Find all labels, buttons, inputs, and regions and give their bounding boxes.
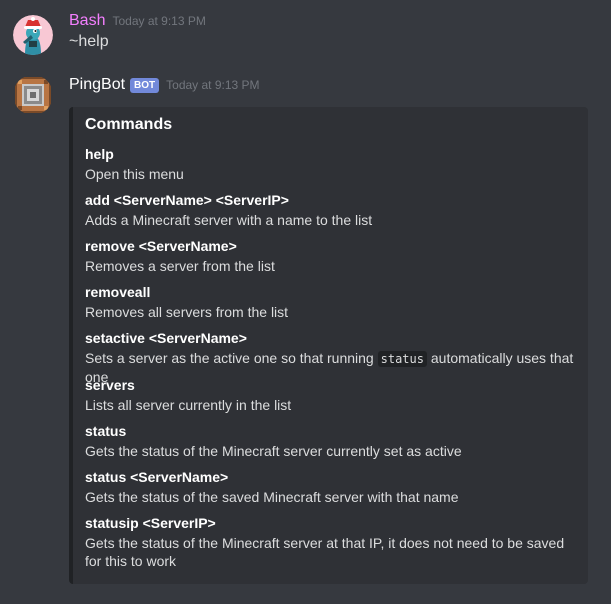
username[interactable]: Bash	[69, 11, 105, 31]
message-content: ~help	[69, 33, 109, 50]
message-header: PingBot BOT Today at 9:13 PM	[69, 75, 260, 95]
field-name: servers	[85, 377, 135, 393]
embed-field-status-servername: status <ServerName> Gets the status of t…	[85, 468, 574, 506]
embed-field-remove: remove <ServerName> Removes a server fro…	[85, 237, 574, 275]
command-block-avatar-icon	[13, 75, 53, 115]
embed-field-statusip: statusip <ServerIP> Gets the status of t…	[85, 514, 574, 570]
embed-field-servers: servers Lists all server currently in th…	[85, 376, 574, 414]
field-value-text: Sets a server as the active one so that …	[85, 350, 374, 366]
platypus-avatar-icon	[13, 15, 53, 55]
field-name: statusip <ServerIP>	[85, 515, 216, 531]
user-avatar[interactable]	[13, 15, 53, 55]
field-value: Gets the status of the saved Minecraft s…	[85, 489, 459, 505]
inline-code: status	[377, 351, 427, 367]
embed-field-help: help Open this menu	[85, 145, 574, 183]
embed-field-add: add <ServerName> <ServerIP> Adds a Minec…	[85, 191, 574, 229]
field-name: add <ServerName> <ServerIP>	[85, 192, 289, 208]
bot-badge: BOT	[130, 77, 160, 93]
field-value: Lists all server currently in the list	[85, 397, 292, 413]
timestamp: Today at 9:13 PM	[166, 78, 260, 92]
field-value: Adds a Minecraft server with a name to t…	[85, 212, 373, 228]
embed-field-status: status Gets the status of the Minecraft …	[85, 422, 574, 460]
field-value: Open this menu	[85, 166, 184, 182]
username[interactable]: PingBot	[69, 75, 125, 95]
field-value: Removes a server from the list	[85, 258, 275, 274]
field-name: remove <ServerName>	[85, 238, 237, 254]
bot-avatar[interactable]	[13, 75, 53, 115]
embed-title: Commands	[85, 116, 173, 133]
message-header: Bash Today at 9:13 PM	[69, 11, 206, 31]
chat-view: Bash Today at 9:13 PM ~help PingBot BOT …	[0, 0, 611, 604]
field-name: removeall	[85, 284, 151, 300]
field-name: help	[85, 146, 114, 162]
commands-embed: Commands help Open this menu add <Server…	[69, 107, 588, 584]
field-name: status	[85, 423, 127, 439]
field-value: Gets the status of the Minecraft server …	[85, 535, 565, 569]
field-name: setactive <ServerName>	[85, 330, 247, 346]
field-value: Gets the status of the Minecraft server …	[85, 443, 462, 459]
field-name: status <ServerName>	[85, 469, 229, 485]
field-value: Removes all servers from the list	[85, 304, 289, 320]
timestamp: Today at 9:13 PM	[112, 14, 206, 28]
embed-field-removeall: removeall Removes all servers from the l…	[85, 283, 574, 321]
